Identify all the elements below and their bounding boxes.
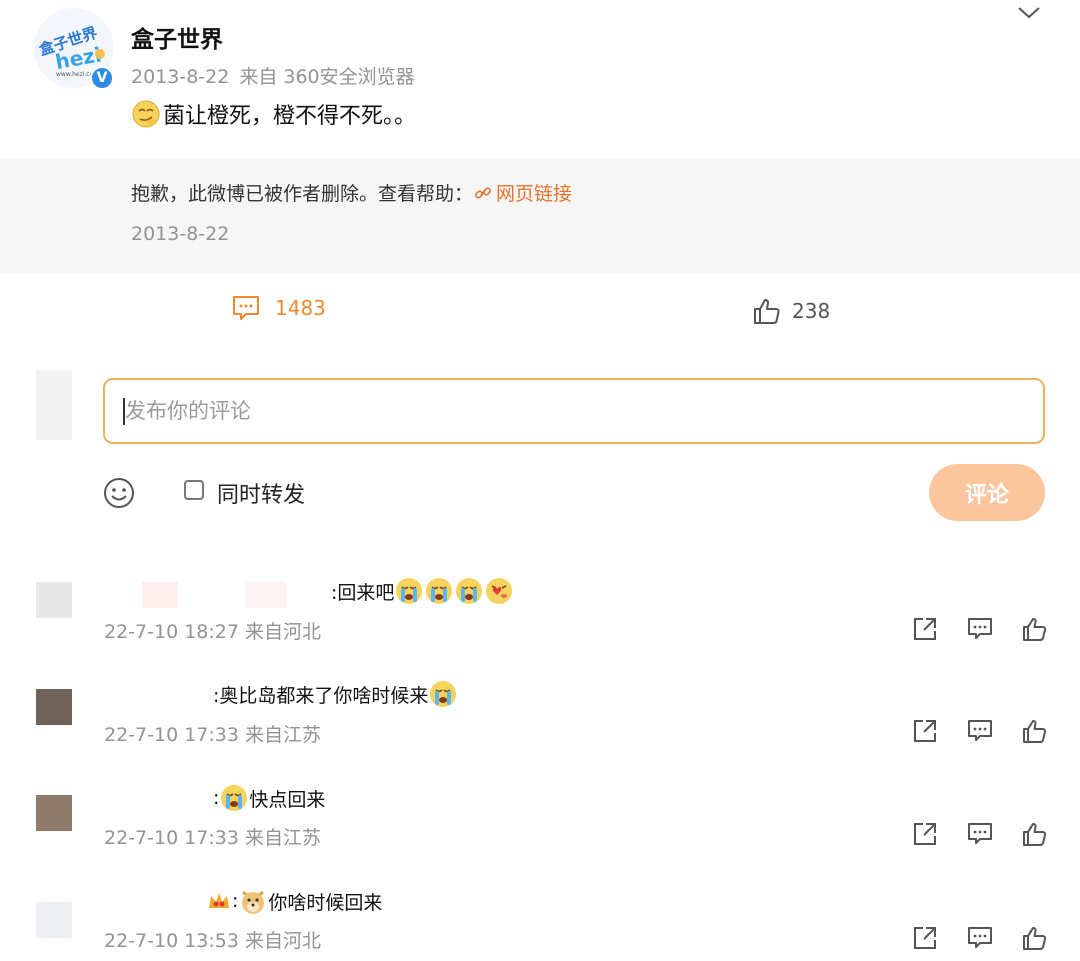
- redacted-username: [142, 582, 178, 608]
- share-icon[interactable]: [912, 616, 938, 642]
- commenter-avatar[interactable]: [36, 689, 72, 725]
- comment-time: 22-7-10 13:53 来自河北: [104, 930, 321, 952]
- comment-icon[interactable]: [967, 718, 993, 744]
- thumbs-up-icon[interactable]: [1022, 821, 1048, 847]
- comment-actions: [912, 925, 1048, 951]
- post-source: 来自 360安全浏览器: [239, 66, 415, 88]
- commenter-avatar[interactable]: [36, 795, 72, 831]
- comment-action-button[interactable]: 1483: [231, 294, 326, 322]
- deleted-repost-date: 2013-8-22: [131, 223, 230, 245]
- post-content: 菌让橙死，橙不得不死。。: [131, 98, 416, 130]
- share-icon[interactable]: [912, 925, 938, 951]
- chevron-down-icon[interactable]: [1016, 2, 1042, 24]
- deleted-repost-panel: [0, 158, 1080, 274]
- thumbs-up-icon[interactable]: [1022, 718, 1048, 744]
- comment-actions: [912, 616, 1048, 642]
- crown-badge: [209, 893, 229, 908]
- crying-emoji: [426, 578, 453, 604]
- submit-comment-button[interactable]: 评论: [929, 464, 1045, 521]
- comment-body: :回来吧: [331, 581, 395, 604]
- link-icon: [475, 186, 492, 199]
- deleted-repost-message: 抱歉，此微博已被作者删除。查看帮助： 网页链接: [131, 179, 572, 206]
- like-count: 238: [792, 299, 831, 323]
- post-text: 菌让橙死，橙不得不死。。: [163, 104, 417, 129]
- thumbs-up-icon[interactable]: [1022, 616, 1048, 642]
- share-icon[interactable]: [912, 718, 938, 744]
- comment-body: :奥比岛都来了你啥时候来: [213, 684, 429, 707]
- comment-body: 你啥时候回来: [268, 891, 383, 914]
- current-user-avatar: [36, 370, 72, 440]
- crying-emoji: [456, 578, 483, 604]
- crying-emoji: [430, 681, 457, 707]
- comment-time: 22-7-10 18:27 来自河北: [104, 621, 321, 643]
- author-name[interactable]: 盒子世界: [131, 20, 223, 54]
- repost-label[interactable]: 同时转发: [217, 477, 305, 509]
- web-link[interactable]: 网页链接: [473, 179, 572, 206]
- sad-heart-emoji: [486, 578, 513, 604]
- thumbs-up-icon[interactable]: [1022, 925, 1048, 951]
- text-caret: [123, 398, 125, 425]
- comment-actions: [912, 821, 1048, 847]
- deleted-message: 抱歉，此微博已被作者删除。查看帮助：: [131, 183, 474, 205]
- thumbs-up-icon: [754, 299, 780, 324]
- post-date: 2013-8-22: [131, 66, 230, 88]
- repost-checkbox[interactable]: [184, 480, 204, 500]
- comment-time: 22-7-10 17:33 来自江苏: [104, 724, 321, 746]
- comment-text: : 快点回来: [213, 783, 325, 813]
- redacted-username: [246, 582, 286, 608]
- comment-actions: [912, 718, 1048, 744]
- like-action-button[interactable]: 238: [752, 296, 830, 326]
- emoji-picker-icon[interactable]: [102, 476, 136, 510]
- post-meta: 2013-8-22 来自 360安全浏览器: [131, 62, 415, 89]
- comment-body: 快点回来: [249, 788, 326, 811]
- comment-icon: [233, 296, 259, 320]
- comment-icon[interactable]: [967, 821, 993, 847]
- comment-icon[interactable]: [967, 925, 993, 951]
- doge-emoji: [242, 890, 265, 914]
- comment-icon[interactable]: [967, 616, 993, 642]
- commenter-avatar[interactable]: [36, 902, 72, 938]
- comment-text: : 你啥时候回来: [206, 886, 382, 916]
- web-link-text: 网页链接: [496, 183, 573, 205]
- verified-badge-icon: V: [90, 66, 114, 90]
- comment-text: :奥比岛都来了你啥时候来: [213, 679, 458, 709]
- smirk-emoji: [131, 99, 161, 129]
- commenter-avatar[interactable]: [36, 582, 72, 618]
- comment-input[interactable]: [103, 378, 1045, 444]
- crying-emoji: [396, 578, 423, 604]
- crying-emoji: [221, 785, 248, 811]
- comment-text: :回来吧: [331, 576, 514, 606]
- share-icon[interactable]: [912, 821, 938, 847]
- comment-time: 22-7-10 17:33 来自江苏: [104, 827, 321, 849]
- comment-count: 1483: [275, 296, 326, 320]
